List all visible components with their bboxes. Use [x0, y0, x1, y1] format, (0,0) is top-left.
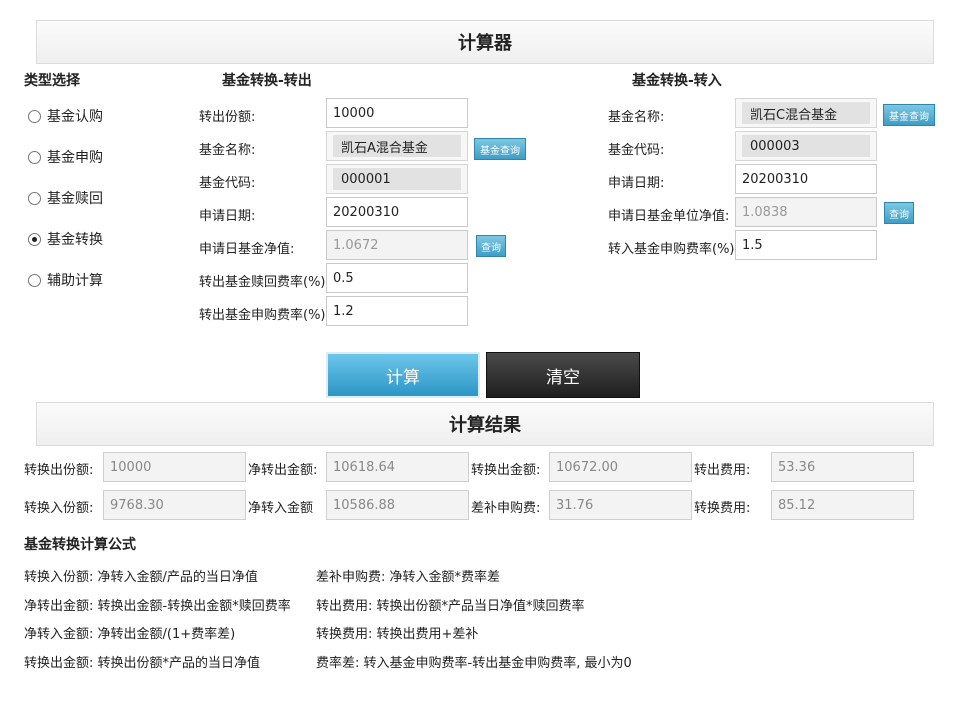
transfer-out-heading: 基金转换-转出: [222, 73, 312, 89]
out-redeem-fee-label: 转出基金赎回费率(%):: [199, 275, 330, 290]
radio-label: 基金认购: [47, 109, 103, 125]
result-label: 转换费用:: [694, 501, 751, 516]
result-label: 转换入份额:: [24, 501, 94, 516]
radio-fund-purchase[interactable]: 基金申购: [28, 147, 103, 167]
in-fund-code-input[interactable]: 000003: [735, 131, 877, 161]
out-fund-name-input[interactable]: 凯石A混合基金: [326, 131, 468, 161]
formula-line: 净转出金额: 转换出金额-转换出金额*赎回费率: [24, 599, 291, 614]
out-fund-name-value: 凯石A混合基金: [333, 135, 461, 157]
result-field[interactable]: 53.36: [771, 452, 914, 482]
result-field[interactable]: 31.76: [549, 490, 692, 520]
formula-line: 转换入份额: 净转入金额/产品的当日净值: [24, 570, 258, 585]
result-label: 转换出份额:: [24, 463, 94, 478]
radio-button[interactable]: [28, 150, 41, 164]
radio-label: 基金赎回: [47, 191, 103, 207]
in-unit-nav-label: 申请日基金单位净值:: [608, 209, 730, 224]
radio-button[interactable]: [28, 191, 41, 205]
radio-label: 基金转换: [47, 232, 103, 248]
result-field[interactable]: 10618.64: [326, 452, 469, 482]
results-heading: 计算结果: [449, 415, 521, 436]
in-apply-date-label: 申请日期:: [608, 176, 665, 191]
out-fund-code-input[interactable]: 000001: [326, 164, 468, 194]
formulas-heading: 基金转换计算公式: [24, 537, 136, 553]
out-purchase-fee-label: 转出基金申购费率(%):: [199, 308, 330, 323]
out-redeem-fee-input[interactable]: 0.5: [326, 263, 468, 293]
in-fund-code-value: 000003: [742, 135, 870, 157]
in-apply-date-input[interactable]: 20200310: [735, 164, 877, 194]
in-nav-query-button[interactable]: 查询: [884, 202, 914, 224]
radio-button-checked[interactable]: [28, 232, 41, 246]
result-field[interactable]: 10000: [103, 452, 246, 482]
formula-line: 转出费用: 转换出份额*产品当日净值*赎回费率: [316, 599, 585, 614]
out-nav-label: 申请日基金净值:: [199, 242, 295, 257]
page-title: 计算器: [458, 33, 512, 54]
out-purchase-fee-input[interactable]: 1.2: [326, 296, 468, 326]
result-field[interactable]: 9768.30: [103, 490, 246, 520]
radio-button[interactable]: [28, 273, 41, 287]
result-label: 差补申购费:: [471, 501, 541, 516]
out-nav-input[interactable]: 1.0672: [326, 230, 468, 260]
result-field[interactable]: 85.12: [771, 490, 914, 520]
result-field[interactable]: 10586.88: [326, 490, 469, 520]
transfer-in-heading: 基金转换-转入: [632, 73, 722, 89]
formula-line: 费率差: 转入基金申购费率-转出基金申购费率, 最小为0: [316, 656, 632, 671]
result-label: 转换出金额:: [471, 463, 541, 478]
radio-button[interactable]: [28, 109, 41, 123]
type-select-heading: 类型选择: [24, 73, 80, 89]
in-fund-name-input[interactable]: 凯石C混合基金: [735, 98, 877, 128]
in-purchase-fee-label: 转入基金申购费率(%):: [608, 242, 739, 257]
out-shares-label: 转出份额:: [199, 110, 256, 125]
radio-fund-subscribe[interactable]: 基金认购: [28, 106, 103, 126]
result-label: 净转出金额:: [248, 463, 318, 478]
out-apply-date-input[interactable]: 20200310: [326, 197, 468, 227]
results-title-bar: 计算结果: [36, 402, 934, 446]
out-apply-date-label: 申请日期:: [199, 209, 256, 224]
formula-line: 差补申购费: 净转入金额*费率差: [316, 570, 501, 585]
formula-line: 转换出金额: 转换出份额*产品的当日净值: [24, 656, 261, 671]
in-unit-nav-input[interactable]: 1.0838: [735, 197, 877, 227]
out-fund-query-button[interactable]: 基金查询: [474, 138, 526, 160]
formula-line: 转换费用: 转换出费用+差补: [316, 627, 479, 642]
radio-label: 基金申购: [47, 150, 103, 166]
out-fund-name-label: 基金名称:: [199, 143, 256, 158]
in-fund-code-label: 基金代码:: [608, 143, 665, 158]
out-fund-code-value: 000001: [333, 168, 461, 190]
result-field[interactable]: 10672.00: [549, 452, 692, 482]
result-label: 转出费用:: [694, 463, 751, 478]
clear-button[interactable]: 清空: [486, 352, 640, 398]
out-shares-input[interactable]: 10000: [326, 98, 468, 128]
formula-line: 净转入金额: 净转出金额/(1+费率差): [24, 627, 236, 642]
out-fund-code-label: 基金代码:: [199, 176, 256, 191]
calculate-button[interactable]: 计算: [326, 352, 480, 398]
in-fund-name-value: 凯石C混合基金: [742, 102, 870, 124]
in-fund-query-button[interactable]: 基金查询: [883, 104, 935, 126]
in-fund-name-label: 基金名称:: [608, 110, 665, 125]
in-purchase-fee-input[interactable]: 1.5: [735, 230, 877, 260]
radio-aux-calc[interactable]: 辅助计算: [28, 270, 103, 290]
radio-fund-convert[interactable]: 基金转换: [28, 229, 103, 249]
result-label: 净转入金额: [248, 501, 314, 516]
radio-label: 辅助计算: [47, 273, 103, 289]
radio-fund-redeem[interactable]: 基金赎回: [28, 188, 103, 208]
calculator-title-bar: 计算器: [36, 20, 934, 64]
out-nav-query-button[interactable]: 查询: [476, 235, 506, 257]
